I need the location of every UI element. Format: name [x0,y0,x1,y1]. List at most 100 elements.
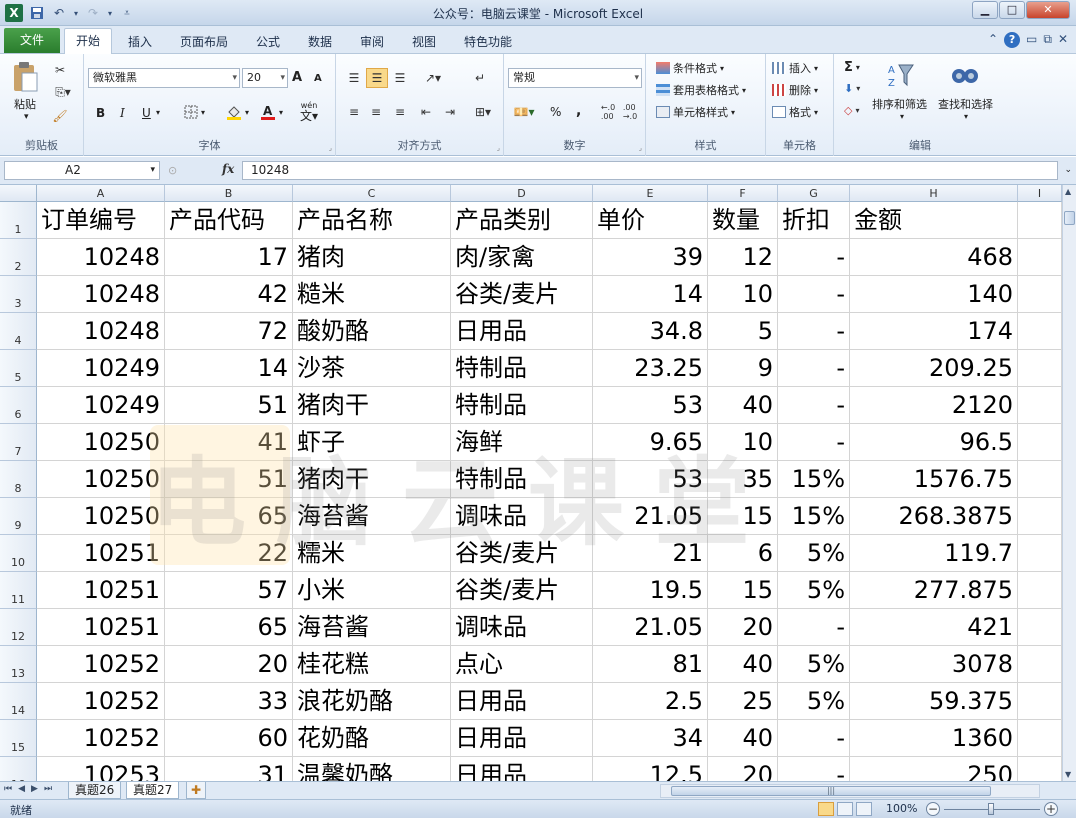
table-cell[interactable]: 特制品 [451,387,593,424]
table-cell[interactable]: 12 [708,239,778,276]
doc-close-icon[interactable]: ✕ [1058,32,1068,48]
table-cell[interactable]: 15 [708,572,778,609]
cut-icon[interactable]: ✂ [52,62,68,78]
column-header-i[interactable]: I [1018,185,1062,202]
table-cell[interactable]: 3078 [850,646,1018,683]
horizontal-scrollbar[interactable]: ||| [660,784,1040,798]
decrease-decimal-icon[interactable]: .00 →.0 [620,102,640,122]
table-cell[interactable]: 57 [165,572,293,609]
font-color-icon[interactable]: A ▾ [260,104,283,120]
table-cell[interactable]: 海苔酱 [293,609,451,646]
table-cell[interactable] [1018,387,1062,424]
table-cell[interactable]: 23.25 [593,350,708,387]
table-cell[interactable]: 96.5 [850,424,1018,461]
table-cell[interactable]: 9 [708,350,778,387]
formula-bar-handle-icon[interactable]: ⊙ [168,164,177,177]
table-cell[interactable]: 1360 [850,720,1018,757]
table-cell[interactable]: 33 [165,683,293,720]
table-cell[interactable]: 53 [593,461,708,498]
tab-special[interactable]: 特色功能 [456,31,520,53]
sort-filter-button[interactable]: 排序和筛选 [872,96,927,112]
table-cell[interactable] [1018,498,1062,535]
table-cell[interactable]: 调味品 [451,498,593,535]
column-title-cell[interactable]: 产品名称 [293,202,451,239]
table-cell[interactable]: 10253 [37,757,165,781]
table-cell[interactable]: - [778,424,850,461]
table-cell[interactable]: 浪花奶酪 [293,683,451,720]
bold-button[interactable]: B [96,106,105,120]
table-cell[interactable]: 35 [708,461,778,498]
prev-sheet-icon[interactable]: ◀ [18,784,25,794]
tab-insert[interactable]: 插入 [118,31,162,53]
table-cell[interactable]: 21.05 [593,609,708,646]
column-header-b[interactable]: B [165,185,293,202]
align-right-icon[interactable]: ≡ [390,102,410,122]
column-header-h[interactable]: H [850,185,1018,202]
table-cell[interactable]: 59.375 [850,683,1018,720]
number-dialog-launcher-icon[interactable]: ⌟ [639,144,642,152]
column-header-d[interactable]: D [451,185,593,202]
table-cell[interactable]: - [778,276,850,313]
next-sheet-icon[interactable]: ▶ [31,784,38,794]
comma-button[interactable]: , [576,103,581,119]
table-cell[interactable]: 沙茶 [293,350,451,387]
sheet-tab-27[interactable]: 真题27 [126,782,180,799]
table-cell[interactable]: 20 [708,609,778,646]
table-cell[interactable]: 65 [165,609,293,646]
format-painter-icon[interactable]: 🖌 [52,108,68,124]
number-format-select[interactable]: 常规 ▾ [508,68,642,88]
first-sheet-icon[interactable]: ⏮ [4,784,12,794]
table-cell[interactable]: 猪肉干 [293,387,451,424]
font-dialog-launcher-icon[interactable]: ⌟ [329,144,332,152]
table-cell[interactable]: 14 [165,350,293,387]
table-cell[interactable]: 小米 [293,572,451,609]
table-cell[interactable]: 81 [593,646,708,683]
tab-view[interactable]: 视图 [402,31,446,53]
normal-view-icon[interactable] [818,802,834,816]
find-select-icon[interactable] [950,60,980,90]
table-cell[interactable]: 40 [708,646,778,683]
phonetic-icon[interactable]: wén 文▾ [300,102,318,123]
table-cell[interactable]: 51 [165,387,293,424]
table-cell[interactable]: - [778,350,850,387]
align-middle-icon[interactable]: ☰ [366,68,388,88]
table-cell[interactable]: 21.05 [593,498,708,535]
column-header-e[interactable]: E [593,185,708,202]
help-icon[interactable]: ? [1004,32,1021,48]
table-cell[interactable]: 72 [165,313,293,350]
table-cell[interactable]: 140 [850,276,1018,313]
table-cell[interactable]: 猪肉 [293,239,451,276]
table-cell[interactable]: 日用品 [451,683,593,720]
align-left-icon[interactable]: ≡ [344,102,364,122]
zoom-level[interactable]: 100% [886,802,917,815]
column-title-cell[interactable] [1018,202,1062,239]
table-cell[interactable]: 17 [165,239,293,276]
table-cell[interactable] [1018,572,1062,609]
zoom-in-icon[interactable]: + [1044,802,1058,816]
table-cell[interactable]: 温馨奶酪 [293,757,451,781]
table-cell[interactable]: 10252 [37,646,165,683]
table-cell[interactable]: 40 [708,720,778,757]
table-cell[interactable]: 谷类/麦片 [451,535,593,572]
row-header-13[interactable]: 13 [0,646,37,683]
table-cell[interactable]: 34 [593,720,708,757]
horizontal-scroll-thumb[interactable]: ||| [671,786,991,796]
row-header-7[interactable]: 7 [0,424,37,461]
autosum-button[interactable]: Σ ▾ [844,60,860,75]
table-cell[interactable] [1018,313,1062,350]
page-layout-view-icon[interactable] [837,802,853,816]
table-cell[interactable]: 6 [708,535,778,572]
insert-function-icon[interactable]: fx [222,162,234,176]
table-cell[interactable]: 174 [850,313,1018,350]
table-cell[interactable]: 5% [778,535,850,572]
tab-page-layout[interactable]: 页面布局 [172,31,236,53]
column-title-cell[interactable]: 单价 [593,202,708,239]
table-cell[interactable]: 15% [778,461,850,498]
table-cell[interactable]: 15 [708,498,778,535]
expand-formula-bar-icon[interactable]: ⌄ [1064,165,1072,175]
grow-font-button[interactable]: A [292,70,302,85]
format-as-table-button[interactable]: 套用表格格式 ▾ [656,82,746,98]
tab-review[interactable]: 审阅 [350,31,394,53]
column-header-g[interactable]: G [778,185,850,202]
copy-icon[interactable]: ⎘▾ [52,84,74,100]
